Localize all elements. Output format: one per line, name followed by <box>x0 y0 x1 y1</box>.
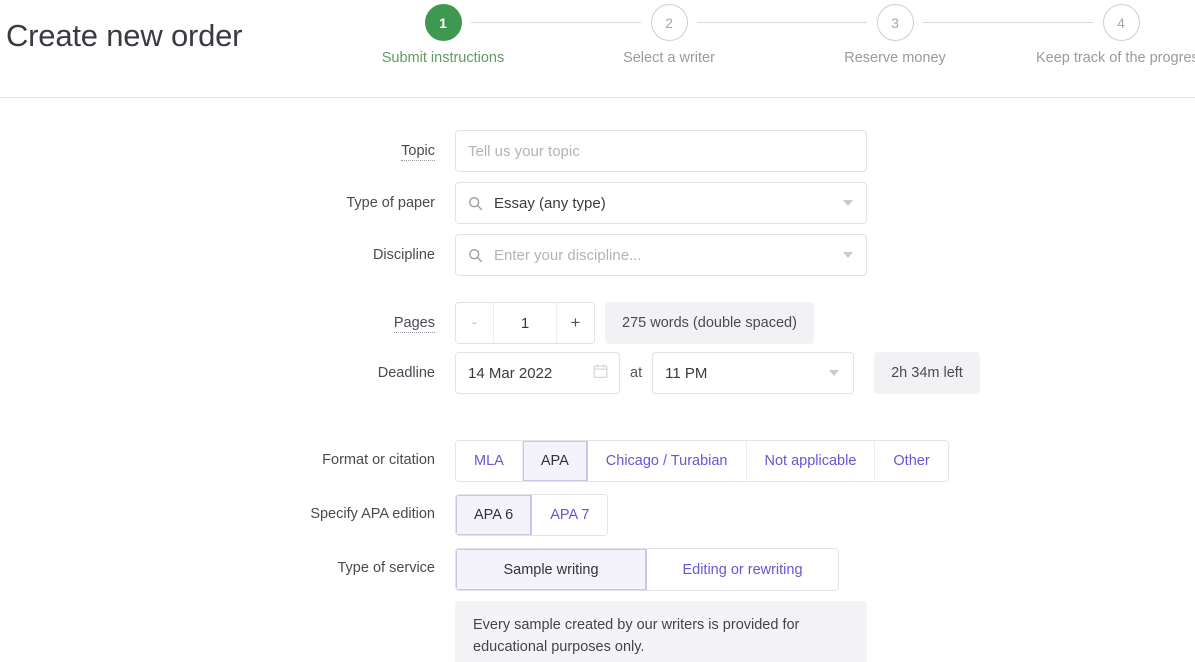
topic-label-text: Topic <box>401 143 435 161</box>
topic-label: Topic <box>0 130 455 172</box>
type-of-paper-value: Essay (any type) <box>494 194 606 212</box>
apa-edition-button-group: APA 6 APA 7 <box>455 494 609 536</box>
service-option-editing[interactable]: Editing or rewriting <box>647 549 838 590</box>
pages-label-text: Pages <box>393 315 435 333</box>
apa-edition-option-7[interactable]: APA 7 <box>532 495 608 535</box>
page-header: Create new order 1 Submit instructions 2… <box>0 0 1195 98</box>
pages-row: Pages - 1 + 275 words (double spaced) <box>0 302 1195 344</box>
search-icon <box>468 248 483 263</box>
topic-input[interactable]: Tell us your topic <box>455 130 867 172</box>
service-option-sample-writing[interactable]: Sample writing <box>456 549 647 590</box>
service-field-wrap: Sample writing Editing or rewriting <box>455 548 839 591</box>
step-3-number: 3 <box>876 4 914 41</box>
discipline-row: Discipline Enter your discipline... <box>0 234 1195 276</box>
deadline-field-wrap: 14 Mar 2022 at 11 PM 2h 34m left <box>455 352 980 394</box>
format-field-wrap: MLA APA Chicago / Turabian Not applicabl… <box>455 440 949 482</box>
discipline-label: Discipline <box>372 247 435 263</box>
step-4[interactable]: 4 Keep track of the progress <box>1008 4 1195 66</box>
deadline-date-value: 14 Mar 2022 <box>468 364 553 382</box>
format-option-not-applicable[interactable]: Not applicable <box>746 441 876 481</box>
apa-edition-row: Specify APA edition APA 6 APA 7 <box>0 494 1195 536</box>
apa-edition-option-6[interactable]: APA 6 <box>456 495 533 535</box>
step-2[interactable]: 2 Select a writer <box>556 4 867 66</box>
search-icon <box>468 196 483 211</box>
deadline-row: Deadline 14 Mar 2022 at 11 PM 2h 34m lef… <box>0 352 1195 394</box>
service-label: Type of service <box>337 560 435 576</box>
calendar-icon[interactable] <box>593 363 608 383</box>
discipline-placeholder: Enter your discipline... <box>494 246 642 264</box>
pages-value[interactable]: 1 <box>493 303 557 343</box>
pages-label: Pages <box>0 302 455 344</box>
discipline-select[interactable]: Enter your discipline... <box>455 234 867 276</box>
topic-row: Topic Tell us your topic <box>0 130 1195 172</box>
type-of-paper-field-wrap: Essay (any type) <box>455 182 867 224</box>
step-connector-3 <box>923 22 1093 23</box>
service-note: Every sample created by our writers is p… <box>455 601 867 662</box>
format-option-chicago[interactable]: Chicago / Turabian <box>587 441 747 481</box>
deadline-time-value: 11 PM <box>665 364 708 382</box>
pages-field-wrap: - 1 + 275 words (double spaced) <box>455 302 814 344</box>
step-1-label: Submit instructions <box>381 50 505 66</box>
topic-field-wrap: Tell us your topic <box>455 130 867 172</box>
progress-stepper: 1 Submit instructions 2 Select a writer … <box>330 0 1195 98</box>
format-option-other[interactable]: Other <box>875 441 948 481</box>
apa-edition-field-wrap: APA 6 APA 7 <box>455 494 609 536</box>
service-note-wrap: Every sample created by our writers is p… <box>455 601 867 662</box>
format-option-apa[interactable]: APA <box>522 441 588 481</box>
step-4-label: Keep track of the progress <box>1035 50 1195 66</box>
pages-increment-button[interactable]: + <box>557 303 594 343</box>
step-connector-2 <box>697 22 867 23</box>
step-1[interactable]: 1 Submit instructions <box>330 4 641 66</box>
quantity-stepper: - 1 + <box>455 302 595 344</box>
service-note-row: Every sample created by our writers is p… <box>0 601 1195 662</box>
chevron-down-icon[interactable] <box>843 252 853 258</box>
pages-decrement-button[interactable]: - <box>456 303 493 343</box>
time-left-badge: 2h 34m left <box>874 352 980 394</box>
discipline-field-wrap: Enter your discipline... <box>455 234 867 276</box>
step-3[interactable]: 3 Reserve money <box>782 4 1093 66</box>
service-button-group: Sample writing Editing or rewriting <box>455 548 839 591</box>
format-button-group: MLA APA Chicago / Turabian Not applicabl… <box>455 440 949 482</box>
order-form: Topic Tell us your topic Type of paper E… <box>0 98 1195 662</box>
step-4-number: 4 <box>1102 4 1140 41</box>
page-title: Create new order <box>6 18 243 53</box>
step-2-label: Select a writer <box>623 50 715 66</box>
step-1-number: 1 <box>424 4 462 41</box>
format-option-mla[interactable]: MLA <box>456 441 523 481</box>
chevron-down-icon[interactable] <box>843 200 853 206</box>
deadline-label: Deadline <box>377 365 435 381</box>
apa-edition-label: Specify APA edition <box>310 506 435 522</box>
type-of-paper-row: Type of paper Essay (any type) <box>0 182 1195 224</box>
type-of-paper-label: Type of paper <box>346 195 435 211</box>
deadline-time-select[interactable]: 11 PM <box>652 352 855 394</box>
topic-placeholder: Tell us your topic <box>468 142 580 160</box>
type-of-paper-select[interactable]: Essay (any type) <box>455 182 867 224</box>
format-label: Format or citation <box>322 452 435 468</box>
chevron-down-icon[interactable] <box>829 370 840 376</box>
step-3-label: Reserve money <box>844 50 946 66</box>
format-row: Format or citation MLA APA Chicago / Tur… <box>0 440 1195 482</box>
step-2-number: 2 <box>650 4 688 41</box>
service-row: Type of service Sample writing Editing o… <box>0 548 1195 591</box>
words-count-badge: 275 words (double spaced) <box>605 302 814 344</box>
deadline-date-input[interactable]: 14 Mar 2022 <box>455 352 620 394</box>
step-connector-1 <box>471 22 641 23</box>
deadline-at-text: at <box>630 365 643 381</box>
